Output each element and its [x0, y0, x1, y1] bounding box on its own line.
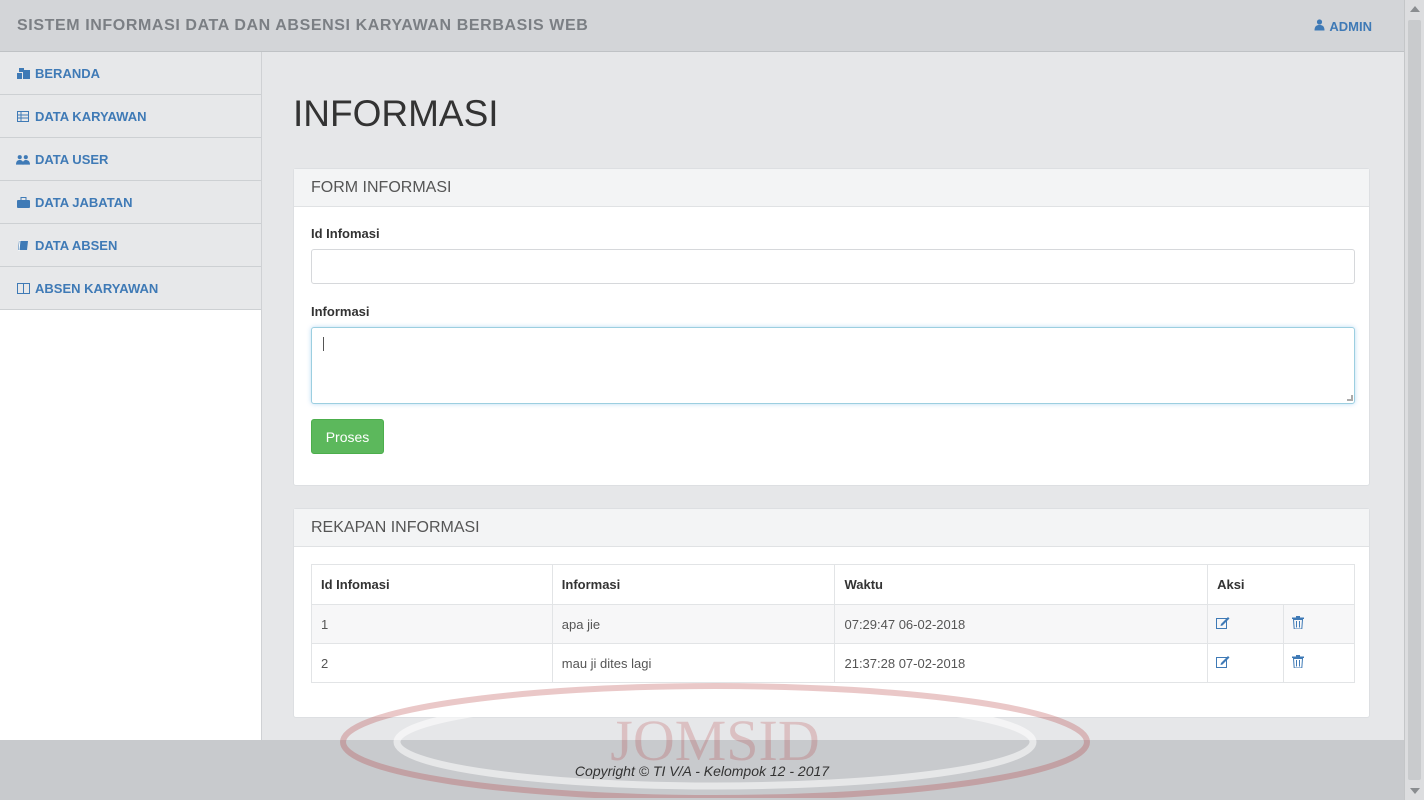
cell-edit: [1207, 604, 1285, 644]
sidebar: BERANDA DATA KARYAWAN DATA USER DATA JAB…: [0, 52, 262, 740]
column-header-aksi: Aksi: [1207, 564, 1355, 605]
cell-delete: [1283, 604, 1355, 644]
form-panel-heading: FORM INFORMASI: [294, 169, 1369, 207]
id-informasi-input[interactable]: [311, 249, 1355, 284]
informasi-label: Informasi: [311, 304, 370, 319]
sidebar-item-label: DATA JABATAN: [35, 194, 133, 210]
book-icon: [16, 238, 30, 252]
proses-button[interactable]: Proses: [311, 419, 384, 454]
column-header-id: Id Infomasi: [311, 564, 553, 605]
admin-label: ADMIN: [1329, 19, 1372, 34]
column-header-informasi: Informasi: [551, 564, 836, 605]
cell-delete: [1283, 643, 1355, 683]
vertical-scrollbar[interactable]: [1404, 0, 1424, 800]
columns-icon: [16, 281, 30, 295]
scroll-down-arrow-icon[interactable]: [1410, 788, 1420, 794]
briefcase-icon: [16, 195, 30, 209]
app-title: SISTEM INFORMASI DATA DAN ABSENSI KARYAW…: [17, 17, 589, 34]
sidebar-item-data-karyawan[interactable]: DATA KARYAWAN: [0, 95, 261, 138]
sidebar-item-data-jabatan[interactable]: DATA JABATAN: [0, 181, 261, 224]
sidebar-item-label: DATA USER: [35, 151, 109, 167]
sidebar-item-label: DATA ABSEN: [35, 237, 118, 253]
trash-icon[interactable]: [1292, 616, 1306, 630]
sidebar-item-label: BERANDA: [35, 65, 100, 81]
copyright-text: Copyright © TI V/A - Kelompok 12 - 2017: [574, 763, 830, 779]
cell-waktu: 21:37:28 07-02-2018: [834, 643, 1209, 683]
sidebar-item-label: ABSEN KARYAWAN: [35, 280, 159, 296]
sidebar-item-data-absen[interactable]: DATA ABSEN: [0, 224, 261, 267]
cell-edit: [1207, 643, 1285, 683]
cell-id: 2: [311, 643, 553, 683]
trash-icon[interactable]: [1292, 655, 1306, 669]
text-cursor: [323, 337, 324, 351]
form-panel: FORM INFORMASI Id Infomasi Informasi Pro…: [293, 168, 1370, 486]
table-row: 1 apa jie 07:29:47 06-02-2018: [311, 604, 1355, 644]
dashboard-icon: [16, 66, 30, 80]
recap-panel: REKAPAN INFORMASI Id Infomasi Informasi …: [293, 508, 1370, 718]
table-header-row: Id Infomasi Informasi Waktu Aksi: [311, 564, 1355, 605]
sidebar-item-beranda[interactable]: BERANDA: [0, 52, 261, 95]
informasi-textarea[interactable]: [311, 327, 1355, 404]
footer: Copyright © TI V/A - Kelompok 12 - 2017: [0, 740, 1404, 800]
recap-panel-heading: REKAPAN INFORMASI: [294, 509, 1369, 547]
cell-informasi: mau ji dites lagi: [551, 643, 836, 683]
top-navbar: SISTEM INFORMASI DATA DAN ABSENSI KARYAW…: [0, 0, 1404, 52]
edit-icon[interactable]: [1216, 655, 1230, 669]
page-title: INFORMASI: [293, 93, 499, 134]
table-row: 2 mau ji dites lagi 21:37:28 07-02-2018: [311, 643, 1355, 683]
edit-icon[interactable]: [1216, 616, 1230, 630]
cell-waktu: 07:29:47 06-02-2018: [834, 604, 1209, 644]
scroll-up-arrow-icon[interactable]: [1410, 6, 1420, 12]
sidebar-item-label: DATA KARYAWAN: [35, 108, 147, 124]
cell-id: 1: [311, 604, 553, 644]
admin-menu[interactable]: ADMIN: [1314, 19, 1372, 34]
users-icon: [16, 152, 30, 166]
sidebar-item-absen-karyawan[interactable]: ABSEN KARYAWAN: [0, 267, 261, 310]
id-informasi-label: Id Infomasi: [311, 226, 380, 241]
sidebar-item-data-user[interactable]: DATA USER: [0, 138, 261, 181]
column-header-waktu: Waktu: [834, 564, 1209, 605]
cell-informasi: apa jie: [551, 604, 836, 644]
recap-table: Id Infomasi Informasi Waktu Aksi 1 apa j…: [311, 564, 1355, 683]
resize-handle-icon[interactable]: [1347, 395, 1353, 401]
list-icon: [16, 109, 30, 123]
scroll-thumb[interactable]: [1408, 20, 1421, 780]
user-icon: [1314, 19, 1325, 34]
